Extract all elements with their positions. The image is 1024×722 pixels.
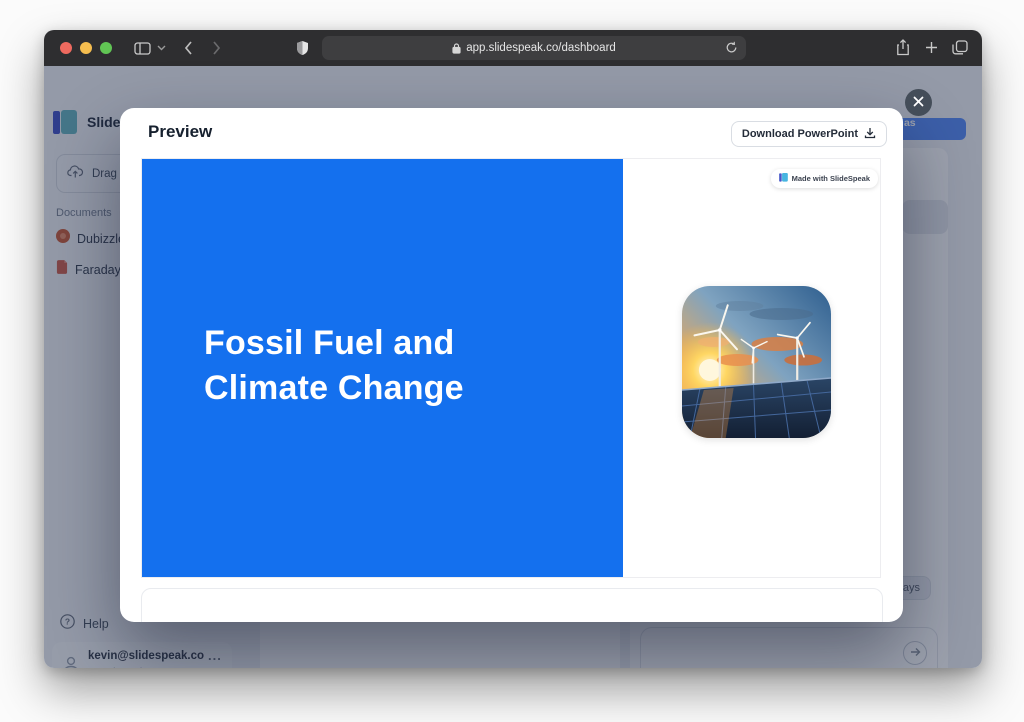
shield-icon[interactable] [296,40,309,56]
browser-window: app.slidespeak.co/dashboard [44,30,982,668]
slidespeak-logo-icon [779,173,788,184]
traffic-minimize-button[interactable] [80,42,92,54]
download-icon [864,127,876,142]
slide-title-panel: Fossil Fuel and Climate Change [142,159,623,578]
forward-icon[interactable] [212,41,221,55]
next-slide-card [141,588,883,622]
traffic-close-button[interactable] [60,42,72,54]
close-icon [913,94,924,112]
modal-title: Preview [148,122,212,142]
lock-icon [452,43,461,54]
browser-toolbar: app.slidespeak.co/dashboard [44,30,982,66]
tabs-overview-icon[interactable] [952,40,968,55]
traffic-zoom-button[interactable] [100,42,112,54]
url-bar[interactable]: app.slidespeak.co/dashboard [322,36,746,60]
download-powerpoint-button[interactable]: Download PowerPoint [731,121,887,147]
made-with-slidespeak-badge: Made with SlideSpeak [771,169,878,188]
slide-preview: Fossil Fuel and Climate Change Made with… [141,158,881,578]
renewable-energy-image [682,286,831,438]
slide-title-text: Fossil Fuel and Climate Change [204,321,524,411]
chevron-down-icon[interactable] [157,45,166,51]
new-tab-icon[interactable] [925,41,938,54]
badge-label: Made with SlideSpeak [792,174,870,183]
download-button-label: Download PowerPoint [742,128,858,140]
preview-modal: Preview Download PowerPoint Fossil Fuel … [120,108,903,622]
share-icon[interactable] [896,39,910,56]
reload-icon[interactable] [725,41,738,54]
sidebar-toggle-icon[interactable] [134,42,151,55]
url-text: app.slidespeak.co/dashboard [466,42,616,54]
back-icon[interactable] [184,41,193,55]
close-modal-button[interactable] [905,89,932,116]
